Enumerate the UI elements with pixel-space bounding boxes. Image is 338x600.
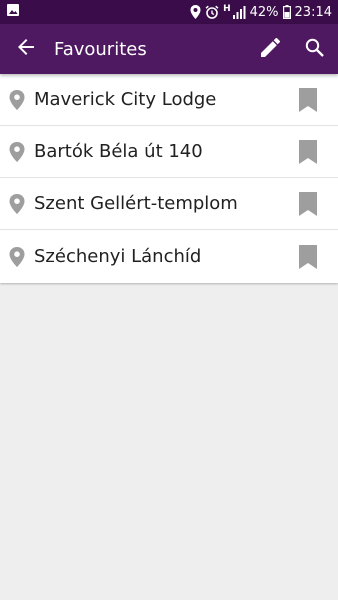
bookmark-icon[interactable] (288, 178, 328, 230)
back-button[interactable] (4, 24, 48, 74)
bookmark-icon[interactable] (288, 231, 328, 283)
pencil-icon (260, 37, 280, 61)
list-item[interactable]: Bartók Béla út 140 (0, 126, 338, 178)
list-item[interactable]: Széchenyi Lánchíd (0, 230, 338, 283)
battery-percent: 42% (249, 4, 279, 20)
place-name: Bartók Béla út 140 (34, 141, 203, 162)
location-pin-icon (0, 141, 34, 162)
app-bar: Favourites (0, 24, 338, 74)
clock-time: 23:14 (294, 4, 332, 20)
list-item[interactable]: Szent Gellért-templom (0, 178, 338, 230)
bookmark-icon[interactable] (288, 74, 328, 126)
favourites-list: Maverick City Lodge Bartók Béla út 140 S… (0, 74, 338, 283)
arrow-left-icon (17, 38, 35, 60)
alarm-icon (205, 5, 219, 19)
search-icon (305, 38, 324, 61)
place-name: Széchenyi Lánchíd (34, 246, 202, 267)
bookmark-icon[interactable] (288, 126, 328, 178)
edit-button[interactable] (248, 24, 292, 74)
place-name: Maverick City Lodge (34, 89, 217, 110)
location-pin-icon (0, 89, 34, 110)
location-pin-icon (0, 246, 34, 267)
list-item[interactable]: Maverick City Lodge (0, 74, 338, 126)
place-name: Szent Gellért-templom (34, 193, 238, 214)
signal-icon (232, 5, 246, 19)
location-pin-icon (0, 193, 34, 214)
battery-icon (282, 5, 291, 19)
location-icon (190, 5, 201, 19)
status-bar: H 42% 23:14 (0, 0, 338, 24)
image-notification-icon (6, 3, 20, 21)
search-button[interactable] (292, 24, 336, 74)
network-type-label: H (223, 3, 231, 14)
page-title: Favourites (54, 38, 147, 60)
